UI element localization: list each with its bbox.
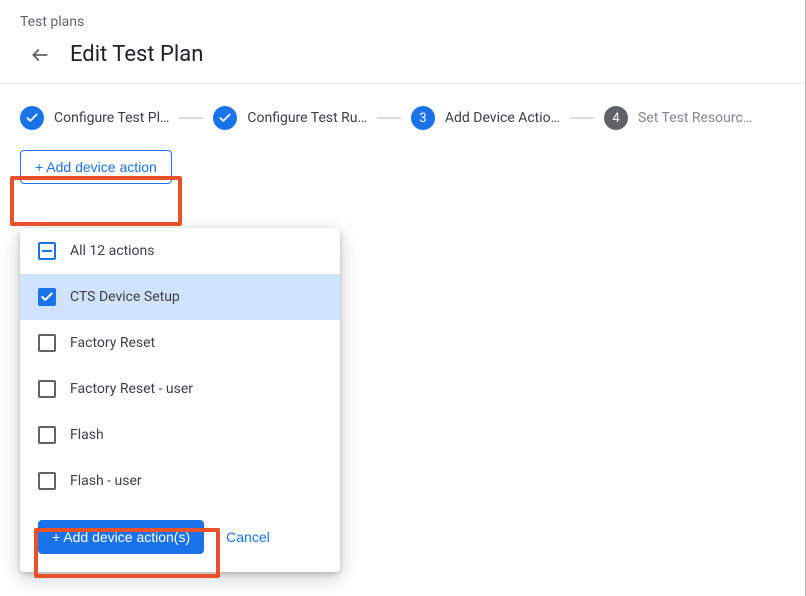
checkbox-empty-icon[interactable] [38, 426, 56, 444]
step-connector [570, 117, 594, 119]
option-factory-reset[interactable]: Factory Reset [20, 320, 340, 366]
step-connector [179, 117, 203, 119]
option-label: All 12 actions [70, 243, 155, 259]
option-flash-user[interactable]: Flash - user [20, 458, 340, 504]
step-label: Configure Test Ru… [247, 110, 367, 126]
step-set-test-resources[interactable]: 4 Set Test Resourc… [604, 106, 752, 130]
check-icon [213, 106, 237, 130]
checkbox-empty-icon[interactable] [38, 472, 56, 490]
option-list[interactable]: All 12 actions CTS Device Setup Factory … [20, 228, 340, 504]
stepper: Configure Test Pl… Configure Test Ru… 3 … [0, 84, 806, 150]
step-configure-test-plan[interactable]: Configure Test Pl… [20, 106, 169, 130]
step-configure-test-run[interactable]: Configure Test Ru… [213, 106, 367, 130]
option-flash[interactable]: Flash [20, 412, 340, 458]
option-factory-reset-user[interactable]: Factory Reset - user [20, 366, 340, 412]
option-label: CTS Device Setup [70, 289, 180, 305]
page-title: Edit Test Plan [70, 42, 203, 67]
add-device-action-button[interactable]: + Add device action [20, 150, 172, 184]
option-label: Factory Reset - user [70, 381, 193, 397]
step-label: Add Device Actio… [445, 110, 560, 126]
cancel-button[interactable]: Cancel [222, 520, 274, 554]
device-action-dropdown: All 12 actions CTS Device Setup Factory … [20, 228, 340, 572]
step-number: 4 [604, 106, 628, 130]
checkbox-indeterminate-icon[interactable] [38, 242, 56, 260]
option-all-actions[interactable]: All 12 actions [20, 228, 340, 274]
step-connector [377, 117, 401, 119]
option-label: Flash [70, 427, 104, 443]
step-label: Configure Test Pl… [54, 110, 169, 126]
checkbox-empty-icon[interactable] [38, 334, 56, 352]
option-cts-device-setup[interactable]: CTS Device Setup [20, 274, 340, 320]
checkbox-checked-icon[interactable] [38, 288, 56, 306]
dropdown-actions: + Add device action(s) Cancel [20, 504, 340, 572]
check-icon [20, 106, 44, 130]
add-device-actions-confirm-button[interactable]: + Add device action(s) [38, 520, 204, 554]
option-label: Factory Reset [70, 335, 155, 351]
breadcrumb[interactable]: Test plans [20, 14, 786, 30]
back-arrow-icon[interactable] [28, 43, 52, 67]
checkbox-empty-icon[interactable] [38, 380, 56, 398]
step-number: 3 [411, 106, 435, 130]
step-label: Set Test Resourc… [638, 110, 752, 126]
option-label: Flash - user [70, 473, 142, 489]
step-add-device-actions[interactable]: 3 Add Device Actio… [411, 106, 560, 130]
